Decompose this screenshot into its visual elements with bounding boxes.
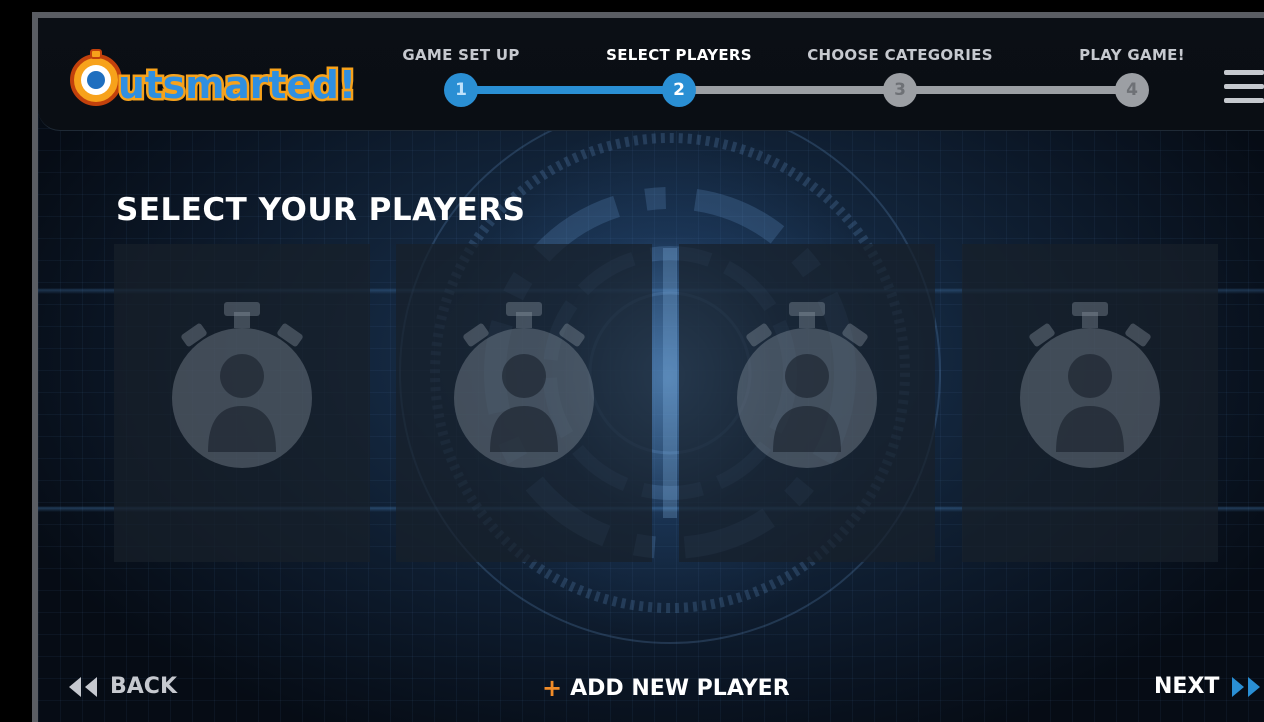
step-label-choose-categories: CHOOSE CATEGORIES [807,46,993,64]
hamburger-menu-icon[interactable] [1224,70,1264,106]
page-title: SELECT YOUR PLAYERS [116,192,526,228]
back-button-label: BACK [110,674,177,699]
player-slot-2[interactable] [396,244,652,562]
back-button[interactable]: BACK [66,674,177,699]
stopwatch-person-icon [737,302,877,468]
stopwatch-person-icon [1020,302,1160,468]
player-slot-1[interactable] [114,244,370,562]
outsmarted-logo[interactable]: utsmarted! [68,40,368,124]
svg-text:utsmarted!: utsmarted! [118,63,356,107]
double-chevron-left-icon [69,676,97,697]
double-chevron-right-icon [1232,676,1261,697]
next-button-label: NEXT [1154,674,1220,699]
add-new-player-button[interactable]: + ADD NEW PLAYER [542,674,790,702]
step-label-select-players: SELECT PLAYERS [606,46,752,64]
progress-track-completed [461,86,679,94]
next-button[interactable]: NEXT [1154,674,1263,699]
step-1-indicator[interactable]: 1 [444,73,478,107]
step-2-indicator: 2 [662,73,696,107]
step-label-play-game: PLAY GAME! [1079,46,1185,64]
step-3-indicator: 3 [883,73,917,107]
step-4-indicator: 4 [1115,73,1149,107]
plus-icon: + [542,674,563,702]
step-label-game-set-up: GAME SET UP [402,46,520,64]
add-new-player-label: ADD NEW PLAYER [570,675,790,701]
stopwatch-person-icon [454,302,594,468]
game-screen: utsmarted! GAME SET UP SELECT PLAYERS CH… [32,12,1264,722]
player-slot-4[interactable] [962,244,1218,562]
top-bar: utsmarted! GAME SET UP SELECT PLAYERS CH… [38,18,1264,131]
stopwatch-person-icon [172,302,312,468]
player-slot-3[interactable] [679,244,935,562]
